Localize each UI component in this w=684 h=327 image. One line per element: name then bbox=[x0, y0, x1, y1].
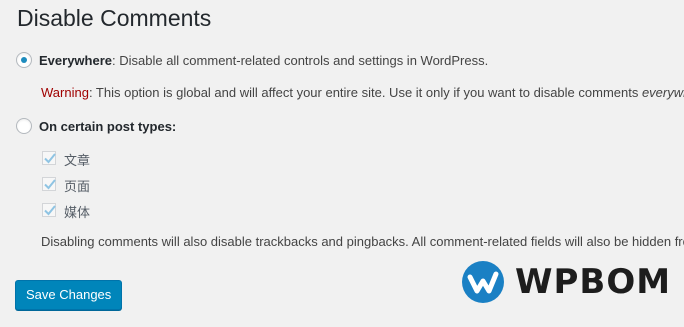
checkmark-icon bbox=[44, 179, 56, 190]
everywhere-option-label: Everywhere: Disable all comment-related … bbox=[39, 53, 488, 68]
checkmark-icon bbox=[44, 205, 56, 216]
post-type-checkbox-1[interactable] bbox=[42, 151, 56, 165]
warning-text: Warning: This option is global and will … bbox=[41, 85, 684, 100]
warning-body: : This option is global and will affect … bbox=[88, 85, 642, 100]
post-types-radio[interactable] bbox=[16, 118, 32, 134]
watermark-text: WPBOM bbox=[515, 262, 672, 302]
everywhere-radio[interactable] bbox=[16, 52, 32, 68]
post-types-option-label: On certain post types: bbox=[39, 119, 176, 134]
post-type-checkbox-3[interactable] bbox=[42, 203, 56, 217]
post-type-checkbox-2[interactable] bbox=[42, 177, 56, 191]
warning-label: Warning bbox=[41, 85, 89, 100]
everywhere-description: : Disable all comment-related controls a… bbox=[112, 53, 489, 68]
page-title: Disable Comments bbox=[17, 5, 212, 31]
post-types-label: On certain post types: bbox=[39, 119, 177, 134]
everywhere-label: Everywhere bbox=[39, 53, 112, 68]
checkmark-icon bbox=[44, 153, 56, 164]
wpbom-watermark: WPBOM bbox=[461, 259, 670, 305]
save-changes-button[interactable]: Save Changes bbox=[15, 280, 123, 310]
w-check-logo-icon bbox=[462, 261, 504, 303]
trackbacks-note: Disabling comments will also disable tra… bbox=[41, 234, 684, 249]
post-type-label-2: 页面 bbox=[64, 179, 91, 194]
post-type-label-1: 文章 bbox=[64, 153, 91, 168]
post-type-label-3: 媒体 bbox=[64, 205, 91, 220]
warning-emphasis: everywhere bbox=[641, 85, 684, 100]
